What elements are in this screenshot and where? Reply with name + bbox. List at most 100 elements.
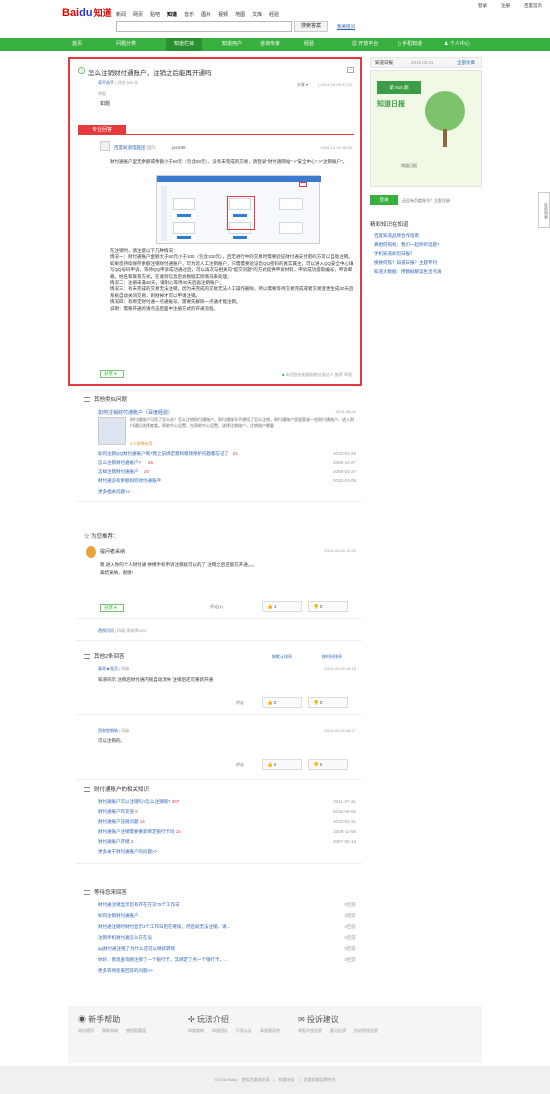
daily-banner[interactable]: 第 915 期 知道日报 知道日报 (370, 70, 482, 187)
nav-video[interactable]: 视频 (218, 11, 228, 18)
task-list-button[interactable]: 任务列表 (538, 192, 550, 228)
gnav-jingyan[interactable]: 经验 (304, 38, 314, 51)
recommend-date: 2014-04-25 12:09 (324, 548, 356, 553)
other-answers: 其他2条回答 按默认排序 按时间排序 春哥★党员 | 四级 2014-04-25… (76, 652, 362, 772)
rail-link[interactable]: 手机知道如何日报？ (374, 251, 415, 257)
answer-date: 2014-04-25 16:15 (324, 666, 356, 671)
nav-wenku[interactable]: 文库 (252, 11, 262, 18)
register-hint[interactable]: 还没有百度账号？立即注册 (402, 198, 450, 204)
help-complaint: ✉ 投诉建议 举报不良信息 意见反馈 投诉侵权信息 (298, 1015, 378, 1033)
answer-user[interactable]: 百度知道电脑团 团队 (114, 145, 156, 151)
all-articles-link[interactable]: 全部文章 (457, 58, 475, 67)
search-input[interactable] (116, 21, 292, 32)
downvote-button[interactable]: 👎 0 (308, 601, 348, 612)
featured-thumbnail[interactable] (98, 417, 126, 445)
green-nav: 首页 问题分类 知道栏目 知道用户 咨询专家 经验 ▦ 开放平台 ▯ 手机知道 … (0, 38, 550, 51)
answer-report-link[interactable]: 举报 (344, 372, 352, 377)
recommend-share[interactable]: 分享 ▾ (100, 604, 124, 612)
top-nav: 新闻 网页 贴吧 知道 音乐 图片 视频 地图 文库 经验 (116, 11, 279, 18)
search-button[interactable]: 搜索答案 (294, 21, 328, 32)
comment-link[interactable]: 评论(1) (210, 604, 223, 610)
similar-more-link[interactable]: 更多相关问题>> (98, 489, 130, 495)
answer-text: 知道吗示 注销后财付通内钱自动消失 注销后还可重新开通 (98, 677, 213, 682)
question-date: | 2014-04-25 07:22 (318, 82, 352, 87)
gnav-open-platform[interactable]: ▦ 开放平台 (352, 38, 378, 51)
featured-title[interactable]: 如何注销财付通账户（百度经验） (98, 409, 173, 416)
answer-user[interactable]: 春哥★党员 (98, 666, 118, 671)
recommended-answer: ☆ 为您推荐： 提问者采纳 2014-04-25 12:09 嗯 进入你的个人财… (76, 532, 362, 642)
answer-date: 2014-04-25 08:17 (324, 728, 356, 733)
featured-date: 2014-06-01 (335, 409, 356, 414)
answer-name[interactable]: jaxtr88 (172, 145, 186, 150)
upvote-button[interactable]: 👍 0 (262, 759, 302, 770)
sort-time[interactable]: 按时间排序 (322, 654, 342, 660)
baidu-home-link[interactable]: 百度首页 (524, 3, 542, 9)
rail-section-title: 精彩知识在知道 (370, 222, 409, 228)
nav-map[interactable]: 地图 (235, 11, 245, 18)
baidu-logo[interactable]: Baidu知道 (62, 6, 112, 19)
newbie-icon: ◉ (78, 1015, 89, 1024)
nav-zhidao[interactable]: 知道 (167, 11, 177, 18)
daily-header: 知道日报 2016.03.01 全部文章 (370, 57, 482, 68)
question-share[interactable]: 分享 ▾ (297, 82, 308, 88)
accepted-label: 提问者采纳 (100, 549, 126, 555)
gnav-personal[interactable]: ♟ 个人中心 (444, 38, 470, 51)
upvote-button[interactable]: 👍 0 (262, 697, 302, 708)
gnav-experts[interactable]: 咨询专家 (260, 38, 280, 51)
question-icon: ? (78, 67, 85, 74)
login-link[interactable]: 登录 (478, 3, 487, 9)
gnav-mobile[interactable]: ▯ 手机知道 (398, 38, 422, 51)
question-answer-box: ? 怎么注销财付通账户，注销之后能再开通吗 ^ 蒋平选手 | 浏览 559 次 … (68, 57, 362, 386)
answer-footer: ■ 本回答由电脑网络分类达人 推荐 举报 (282, 372, 352, 377)
recommend-text: 嗯 进入你的个人财付通 拼搏手机申诉注销就可以的了 注销之后还能在开通。。。 (100, 562, 257, 567)
similar-count: 61 (233, 451, 239, 456)
sort-default[interactable]: 按默认排序 (272, 654, 292, 660)
top-bar: Baidu知道 新闻 网页 贴吧 知道 音乐 图片 视频 地图 文库 经验 登录… (0, 0, 550, 36)
nav-tieba[interactable]: 贴吧 (150, 11, 160, 18)
nav-jingyan[interactable]: 经验 (269, 11, 279, 18)
upvote-button[interactable]: 👍 1 (262, 601, 302, 612)
ask-question-link[interactable]: 我要提问 (337, 24, 355, 30)
recommend-title: ☆ 为您推荐： (84, 534, 119, 540)
rail-link[interactable]: 知道大数据：用数据解读生活点滴 (374, 269, 442, 275)
nav-web[interactable]: 网页 (133, 11, 143, 18)
collapse-icon[interactable]: ^ (347, 67, 354, 73)
nav-music[interactable]: 音乐 (184, 11, 194, 18)
answer-body: 在注销时，请注意以下几种情况： 情况一：财付通账户金额大于50元小于100（包含… (110, 248, 354, 311)
login-button[interactable]: 登录 (370, 195, 398, 205)
gnav-category[interactable]: 问题分类 (116, 38, 136, 51)
downvote-button[interactable]: 👎 0 (308, 697, 348, 708)
related-title: 财付通账户的相关知识 (84, 785, 149, 793)
rail-link[interactable]: 换换何照？知道日报？主题专刊 (374, 260, 437, 266)
recommend-text2: 裁结采纳，谢谢! (100, 570, 133, 575)
gnav-home[interactable]: 首页 (72, 38, 82, 51)
gnav-users[interactable]: 知道用户 (222, 38, 242, 51)
rail-link[interactable]: 真相何照机：我们一起听听话题? (374, 242, 440, 248)
thumbs-up-icon: 👍 (267, 762, 274, 767)
help-newbie: ◉ 新手帮助 如何提问 获取采纳 使用财富值 (78, 1015, 146, 1033)
top-links: 登录 注册 百度首页 (478, 3, 542, 9)
gnav-column[interactable]: 知道栏目 (166, 38, 203, 51)
asker-link[interactable]: 蒋平选手 (98, 80, 114, 85)
downvote-button[interactable]: 👎 0 (308, 759, 348, 770)
answer-screenshot (156, 175, 321, 244)
related-more-link[interactable]: 更多关于财付通账户的问题>> (98, 849, 157, 855)
avatar[interactable] (100, 141, 110, 151)
answer-date: 2016-12-10 16:32 (320, 145, 352, 150)
rail-link[interactable]: 百度知道品牌合作指南 (374, 233, 419, 239)
answer-user[interactable]: 西和牧钢纳 (98, 728, 118, 733)
featured-text: 财付通账户可用了怎么办？怎么注销财付通账户。财付通账号不想用了怎么注销，财付通账… (130, 417, 354, 428)
nav-news[interactable]: 新闻 (116, 11, 126, 18)
similar-count: 20 (144, 469, 150, 474)
register-link[interactable]: 注册 (501, 3, 510, 9)
thumbs-up-icon: 👍 (267, 700, 274, 705)
waiting-more-link[interactable]: 更多等待您来回答的问题>> (98, 968, 153, 974)
report-link[interactable]: 举报 (98, 91, 106, 97)
comment-link[interactable]: 评论 (236, 700, 244, 706)
comment-link[interactable]: 评论 (236, 762, 244, 768)
thumbs-up-icon: 👍 (267, 604, 274, 609)
answer-share-button[interactable]: 分享 ▾ (100, 370, 124, 378)
similar-count: 7 (158, 478, 161, 483)
thumb-icon: ☆ (84, 534, 92, 540)
nav-image[interactable]: 图片 (201, 11, 211, 18)
